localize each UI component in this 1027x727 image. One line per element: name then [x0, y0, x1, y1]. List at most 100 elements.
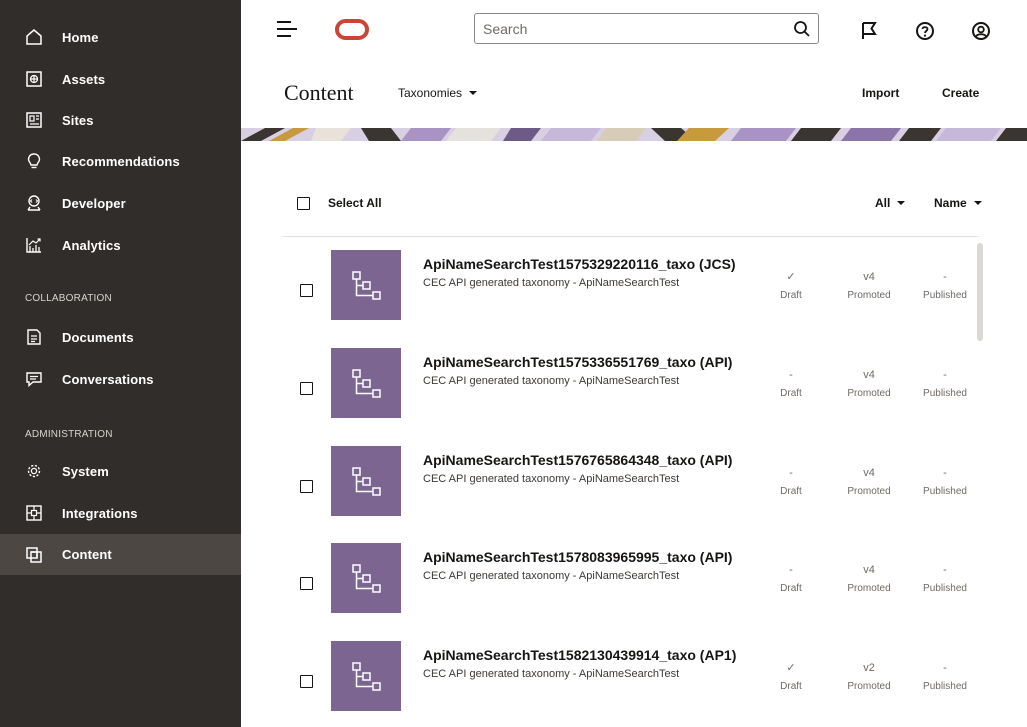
filter-label: All	[875, 196, 891, 210]
draft-status: ✓ Draft	[761, 270, 821, 301]
list-item[interactable]: ApiNameSearchTest1582130439914_taxo (AP1…	[283, 641, 973, 725]
filter-dropdown[interactable]: All	[875, 196, 906, 210]
search-input[interactable]	[483, 14, 783, 43]
sidebar-item-conversations[interactable]: Conversations	[0, 359, 241, 399]
published-status: - Published	[915, 466, 975, 497]
scrollbar[interactable]	[977, 243, 983, 341]
list-item[interactable]: ApiNameSearchTest1575336551769_taxo (API…	[283, 348, 973, 432]
sidebar-item-label: Developer	[62, 195, 126, 211]
published-status: - Published	[915, 563, 975, 594]
select-all-checkbox[interactable]	[297, 197, 310, 210]
row-title[interactable]: ApiNameSearchTest1576765864348_taxo (API…	[423, 452, 732, 468]
sidebar-item-sites[interactable]: Sites	[0, 100, 241, 140]
draft-value: -	[789, 369, 793, 381]
sidebar-item-assets[interactable]: Assets	[0, 59, 241, 99]
taxonomies-dropdown[interactable]: Taxonomies	[398, 86, 478, 100]
sidebar-item-developer[interactable]: Developer	[0, 183, 241, 223]
published-label: Published	[923, 583, 967, 594]
draft-label: Draft	[780, 681, 802, 692]
sidebar-item-analytics[interactable]: Analytics	[0, 225, 241, 265]
row-checkbox[interactable]	[300, 284, 313, 297]
sidebar-item-integrations[interactable]: Integrations	[0, 493, 241, 533]
promoted-status: v4 Promoted	[839, 368, 899, 399]
taxonomy-icon[interactable]	[331, 446, 401, 516]
documents-icon	[25, 328, 43, 346]
chevron-down-icon	[973, 201, 982, 205]
header-banner	[241, 128, 1027, 141]
list-divider	[283, 236, 979, 237]
gear-icon	[25, 462, 43, 480]
published-label: Published	[923, 290, 967, 301]
list-item[interactable]: ApiNameSearchTest1578083965995_taxo (API…	[283, 543, 973, 627]
taxonomy-icon[interactable]	[331, 250, 401, 320]
row-title[interactable]: ApiNameSearchTest1575329220116_taxo (JCS…	[423, 256, 736, 272]
sort-label: Name	[934, 196, 967, 210]
section-label-administration: ADMINISTRATION	[25, 429, 113, 440]
taxonomies-label: Taxonomies	[398, 86, 463, 100]
promoted-status: v4 Promoted	[839, 563, 899, 594]
chevron-down-icon	[897, 201, 906, 205]
taxonomy-icon[interactable]	[331, 543, 401, 613]
lightbulb-icon	[25, 152, 43, 170]
published-value: -	[943, 369, 947, 381]
sidebar-item-content[interactable]: Content	[0, 534, 241, 575]
row-description: CEC API generated taxonomy - ApiNameSear…	[423, 277, 680, 289]
home-icon	[25, 28, 43, 46]
sidebar-item-documents[interactable]: Documents	[0, 317, 241, 357]
sidebar: Home Assets Sites Recommendations Develo…	[0, 0, 241, 727]
list-item[interactable]: ApiNameSearchTest1575329220116_taxo (JCS…	[283, 250, 973, 334]
row-title[interactable]: ApiNameSearchTest1578083965995_taxo (API…	[423, 549, 732, 565]
draft-label: Draft	[780, 583, 802, 594]
sidebar-item-home[interactable]: Home	[0, 17, 241, 57]
promoted-status: v2 Promoted	[839, 661, 899, 692]
sidebar-item-label: Analytics	[62, 237, 121, 253]
row-description: CEC API generated taxonomy - ApiNameSear…	[423, 668, 680, 680]
developer-icon	[25, 194, 43, 212]
sidebar-item-system[interactable]: System	[0, 451, 241, 491]
row-title[interactable]: ApiNameSearchTest1582130439914_taxo (AP1…	[423, 647, 736, 663]
sidebar-item-label: Home	[62, 29, 99, 45]
top-bar	[241, 0, 1027, 68]
draft-label: Draft	[780, 290, 802, 301]
published-value: -	[943, 662, 947, 674]
search-icon[interactable]	[792, 19, 812, 39]
list-item[interactable]: ApiNameSearchTest1576765864348_taxo (API…	[283, 446, 973, 530]
menu-icon[interactable]	[277, 21, 297, 37]
promoted-value: v4	[863, 369, 875, 381]
help-icon[interactable]	[914, 20, 936, 42]
row-checkbox[interactable]	[300, 577, 313, 590]
taxonomy-icon[interactable]	[331, 641, 401, 711]
create-button[interactable]: Create	[942, 86, 979, 100]
draft-status: - Draft	[761, 466, 821, 497]
published-value: -	[943, 564, 947, 576]
draft-value: -	[789, 564, 793, 576]
row-description: CEC API generated taxonomy - ApiNameSear…	[423, 473, 680, 485]
row-checkbox[interactable]	[300, 675, 313, 688]
import-button[interactable]: Import	[862, 86, 899, 100]
row-title[interactable]: ApiNameSearchTest1575336551769_taxo (API…	[423, 354, 732, 370]
sidebar-item-label: Content	[62, 547, 112, 562]
sidebar-item-label: Documents	[62, 329, 134, 345]
chevron-down-icon	[469, 91, 478, 95]
promoted-label: Promoted	[847, 583, 891, 594]
row-checkbox[interactable]	[300, 480, 313, 493]
sidebar-item-recommendations[interactable]: Recommendations	[0, 141, 241, 181]
user-icon[interactable]	[970, 20, 992, 42]
taxonomy-icon[interactable]	[331, 348, 401, 418]
conversations-icon	[25, 370, 43, 388]
sidebar-item-label: Integrations	[62, 505, 138, 521]
promoted-label: Promoted	[847, 681, 891, 692]
flag-icon[interactable]	[858, 20, 880, 42]
oracle-logo[interactable]	[335, 19, 369, 40]
published-value: -	[943, 467, 947, 479]
sidebar-item-label: System	[62, 463, 109, 479]
sort-dropdown[interactable]: Name	[934, 196, 982, 210]
promoted-label: Promoted	[847, 290, 891, 301]
promoted-value: v4	[863, 564, 875, 576]
promoted-label: Promoted	[847, 486, 891, 497]
row-checkbox[interactable]	[300, 382, 313, 395]
promoted-value: v4	[863, 271, 875, 283]
published-label: Published	[923, 681, 967, 692]
integrations-icon	[25, 504, 43, 522]
sites-icon	[25, 111, 43, 129]
